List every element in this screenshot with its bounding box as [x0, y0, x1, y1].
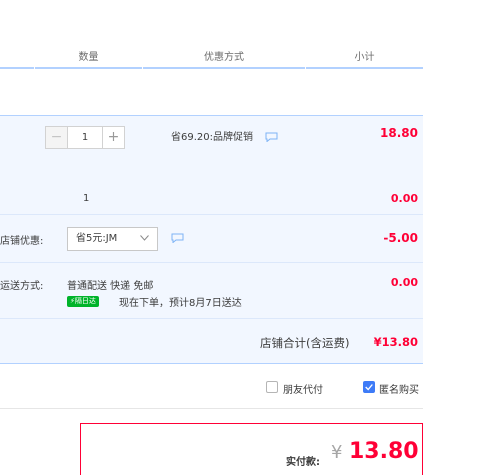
shop-coupon-selected: 省5元:JM — [76, 233, 118, 244]
shop-total-value: ¥13.80 — [373, 335, 418, 349]
header-separator — [305, 47, 306, 69]
chevron-down-icon — [140, 235, 149, 241]
payment-summary: 实付款: ¥ 13.80 — [80, 423, 423, 475]
header-discount: 优惠方式 — [143, 47, 305, 69]
anonymous-checkbox[interactable] — [363, 381, 375, 393]
friend-pay-checkbox[interactable] — [266, 381, 278, 393]
shipping-method: 普通配送 快递 免邮 — [67, 281, 154, 292]
check-icon — [365, 384, 373, 391]
header-separator — [142, 47, 143, 69]
header-separator — [34, 47, 35, 69]
shop-total-label: 店铺合计(含运费) — [260, 336, 350, 350]
row-divider — [0, 408, 423, 409]
quantity-increase-button[interactable]: + — [102, 126, 125, 149]
header-subtotal: 小计 — [306, 47, 423, 69]
header-col-blank — [0, 47, 34, 69]
shipping-price: 0.00 — [390, 276, 418, 289]
gift-subtotal: 0.00 — [390, 192, 418, 205]
message-icon[interactable] — [265, 132, 278, 142]
promo-text: 省69.20:品牌促销 — [171, 132, 253, 143]
message-icon[interactable] — [171, 233, 184, 243]
shop-coupon-select[interactable]: 省5元:JM — [67, 227, 158, 251]
payment-amount: 13.80 — [349, 439, 419, 464]
quantity-decrease-button[interactable]: − — [45, 126, 68, 149]
next-day-badge-label: 隔日达 — [74, 297, 96, 305]
payment-label: 实付款: — [286, 457, 320, 468]
row-divider — [0, 262, 423, 263]
item-subtotal: 18.80 — [380, 126, 418, 140]
quantity-input[interactable]: 1 — [68, 126, 102, 149]
shipping-label: 运送方式: — [0, 281, 44, 292]
delivery-eta: 现在下单，预计8月7日送达 — [119, 298, 242, 309]
payment-currency: ¥ — [331, 442, 343, 463]
row-divider — [0, 214, 423, 215]
next-day-badge: ⚡隔日达 — [67, 296, 99, 307]
shop-coupon-label: 店铺优惠: — [0, 236, 44, 247]
header-quantity: 数量 — [35, 47, 142, 69]
gift-quantity: 1 — [83, 193, 90, 204]
anonymous-label[interactable]: 匿名购买 — [379, 381, 419, 396]
quantity-stepper[interactable]: − 1 + — [45, 126, 125, 149]
row-divider — [0, 318, 423, 319]
friend-pay-label[interactable]: 朋友代付 — [283, 381, 323, 396]
shop-coupon-amount: -5.00 — [383, 231, 418, 245]
